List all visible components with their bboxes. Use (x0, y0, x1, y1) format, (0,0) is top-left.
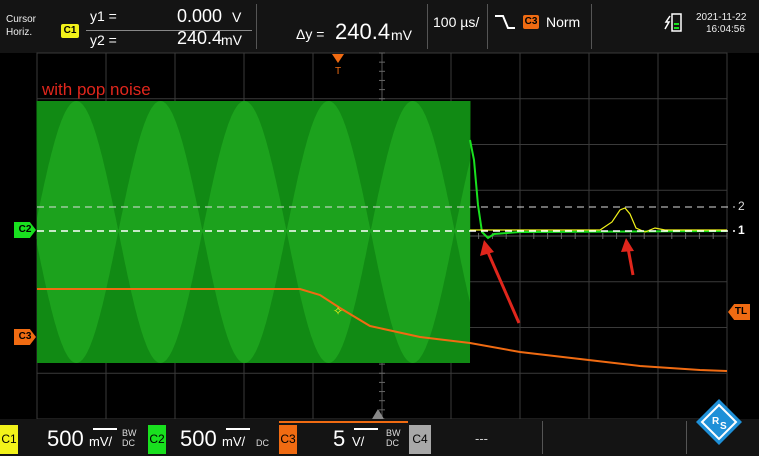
c3-scale: 5 (333, 426, 346, 451)
c1-scale: 500 (47, 426, 84, 451)
c1-bw-limit: BW (122, 428, 137, 438)
c4-scale: --- (475, 431, 488, 446)
c2-scale: 500 (180, 426, 217, 451)
trigger-position-label: T (335, 66, 342, 77)
channel-settings-bar: C1 500 mV/ BW DC C2 500 mV/ DC C3 5 V/ B… (0, 419, 759, 456)
channel-c4-settings[interactable]: C4 --- (409, 421, 542, 454)
c1-badge: C1 (0, 425, 18, 454)
c2-coupling: DC (256, 438, 269, 448)
svg-text:S: S (720, 421, 727, 432)
channel-c1-settings[interactable]: C1 500 mV/ BW DC (0, 421, 147, 454)
rs-logo-icon[interactable]: R S (695, 398, 743, 446)
c2-badge: C2 (148, 425, 166, 454)
svg-text:R: R (712, 416, 720, 427)
channel-c2-settings[interactable]: C2 500 mV/ DC (148, 421, 278, 454)
trigger-point-marker: ✧ (333, 304, 343, 318)
channel-c3-settings[interactable]: C3 5 V/ BW DC (279, 421, 408, 454)
cursor-2-label: 2 (738, 199, 745, 213)
c4-badge: C4 (409, 425, 431, 454)
waveform-display[interactable]: ✧ (0, 0, 759, 456)
annotation-text: with pop noise (42, 80, 151, 99)
c3-unit: V/ (352, 434, 365, 449)
c1-coupling: DC (122, 438, 135, 448)
trigger-position-marker-icon[interactable] (332, 54, 344, 64)
c1-unit: mV/ (89, 434, 113, 449)
cursor-1-label: 1 (738, 223, 745, 237)
c3-bw-limit: BW (386, 428, 401, 438)
c2-unit: mV/ (222, 434, 246, 449)
c3-coupling: DC (386, 438, 399, 448)
c3-badge: C3 (279, 425, 297, 454)
